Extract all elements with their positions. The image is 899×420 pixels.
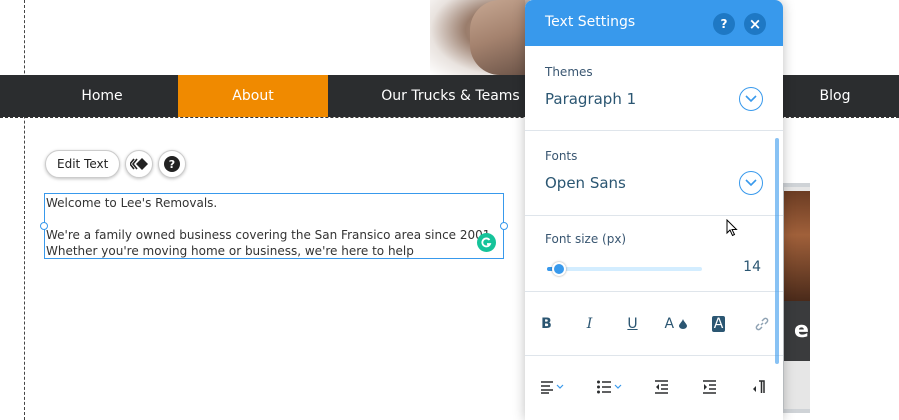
font-size-section: Font size (px)	[525, 216, 783, 292]
resize-handle-left[interactable]	[40, 222, 48, 230]
highlight-button[interactable]: A	[706, 311, 732, 337]
font-size-slider-handle[interactable]	[552, 262, 566, 276]
font-size-slider[interactable]	[547, 262, 702, 276]
animation-button[interactable]	[125, 150, 154, 178]
themes-value[interactable]: Paragraph 1	[545, 90, 636, 108]
outdent-button[interactable]	[649, 374, 675, 400]
fonts-dropdown[interactable]	[739, 171, 763, 195]
font-size-value[interactable]: 14	[743, 259, 761, 275]
bold-icon: B	[541, 316, 552, 332]
chevron-down-icon	[745, 179, 757, 187]
chevron-down-icon	[745, 95, 757, 103]
panel-title: Text Settings	[545, 14, 636, 30]
link-icon	[755, 317, 768, 331]
italic-icon: I	[586, 316, 593, 332]
outdent-icon	[654, 380, 668, 394]
text-color-icon: A	[664, 316, 687, 332]
text-direction-button[interactable]	[746, 374, 772, 400]
resize-handle-right[interactable]	[500, 222, 508, 230]
panel-help-button[interactable]: ?	[713, 13, 735, 35]
fonts-label: Fonts	[545, 149, 578, 163]
fonts-value[interactable]: Open Sans	[545, 174, 626, 192]
text-line-help: Whether you're moving home or business, …	[46, 244, 414, 258]
selected-text-block[interactable]: Welcome to Lee's Removals. We're a famil…	[44, 193, 504, 259]
help-icon: ?	[164, 156, 181, 172]
formatting-section: B I U A A	[525, 292, 783, 356]
text-line-blank	[46, 211, 502, 227]
edit-text-button[interactable]: Edit Text	[45, 150, 121, 178]
layout-guide	[24, 0, 25, 420]
hero-image[interactable]	[430, 0, 530, 75]
themes-section: Themes Paragraph 1	[525, 46, 783, 131]
paragraph-toolbar	[525, 374, 783, 400]
bold-button[interactable]: B	[534, 311, 560, 337]
text-direction-icon	[752, 380, 765, 393]
indent-icon	[703, 380, 717, 394]
italic-button[interactable]: I	[577, 311, 603, 337]
grammarly-badge[interactable]	[477, 233, 496, 252]
grammarly-icon	[481, 237, 492, 248]
align-left-icon	[541, 381, 564, 394]
element-toolbar: Edit Text ?	[45, 150, 187, 178]
panel-scrollbar[interactable]	[775, 138, 779, 364]
list-button[interactable]	[593, 374, 627, 400]
side-image[interactable]: e	[780, 183, 810, 413]
text-line-welcome: Welcome to Lee's Removals.	[46, 196, 218, 210]
nav-item-home[interactable]: Home	[27, 75, 177, 117]
text-color-glyph: A	[664, 316, 675, 332]
themes-dropdown[interactable]	[739, 87, 763, 111]
nav-item-about[interactable]: About	[178, 75, 328, 117]
indent-button[interactable]	[697, 374, 723, 400]
text-color-button[interactable]: A	[663, 311, 689, 337]
highlight-icon: A	[711, 316, 726, 332]
nav-item-trucks-teams[interactable]: Our Trucks & Teams	[373, 75, 528, 117]
animation-icon	[130, 158, 149, 170]
formatting-toolbar: B I U A A	[525, 311, 783, 337]
mouse-cursor-icon	[726, 219, 738, 237]
font-size-label: Font size (px)	[545, 232, 627, 246]
nav-item-blog[interactable]: Blog	[800, 75, 870, 117]
drop-icon	[678, 319, 687, 329]
underline-button[interactable]: U	[620, 311, 646, 337]
side-image-photo	[784, 191, 810, 301]
highlight-glyph: A	[713, 316, 724, 332]
bullet-list-icon	[596, 380, 622, 394]
align-button[interactable]	[536, 374, 570, 400]
link-button[interactable]	[749, 311, 775, 337]
side-image-caption: e	[784, 301, 810, 361]
help-button[interactable]: ?	[158, 150, 187, 178]
hero-image-detail	[470, 0, 525, 75]
panel-header[interactable]: Text Settings ? ×	[525, 0, 783, 46]
fonts-section: Fonts Open Sans	[525, 131, 783, 216]
panel-close-button[interactable]: ×	[744, 13, 766, 35]
text-line-business: We're a family owned business covering t…	[46, 228, 495, 242]
underline-icon: U	[627, 316, 638, 332]
text-settings-panel: Text Settings ? × Themes Paragraph 1 Fon…	[525, 0, 783, 420]
themes-label: Themes	[545, 65, 593, 79]
svg-text:?: ?	[169, 158, 175, 171]
